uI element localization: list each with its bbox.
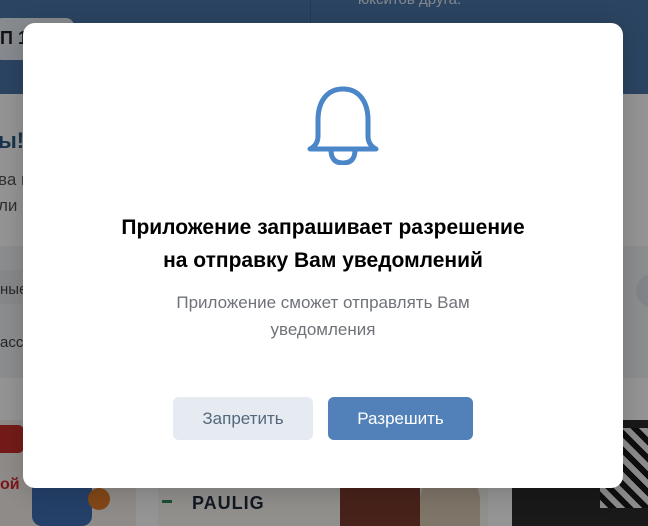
dialog-message-line1: Приложение сможет отправлять Вам <box>176 293 470 312</box>
notification-permission-dialog: Приложение запрашивает разрешение на отп… <box>23 23 623 488</box>
dialog-message: Приложение сможет отправлять Вам уведомл… <box>23 289 623 343</box>
dialog-message-line2: уведомления <box>270 320 376 339</box>
dialog-title-line2: на отправку Вам уведомлений <box>163 249 483 272</box>
allow-button[interactable]: Разрешить <box>328 397 473 440</box>
bell-icon <box>307 86 379 165</box>
dialog-title-line1: Приложение запрашивает разрешение <box>121 216 525 239</box>
dialog-title: Приложение запрашивает разрешение на отп… <box>23 211 623 277</box>
deny-button[interactable]: Запретить <box>173 397 313 440</box>
